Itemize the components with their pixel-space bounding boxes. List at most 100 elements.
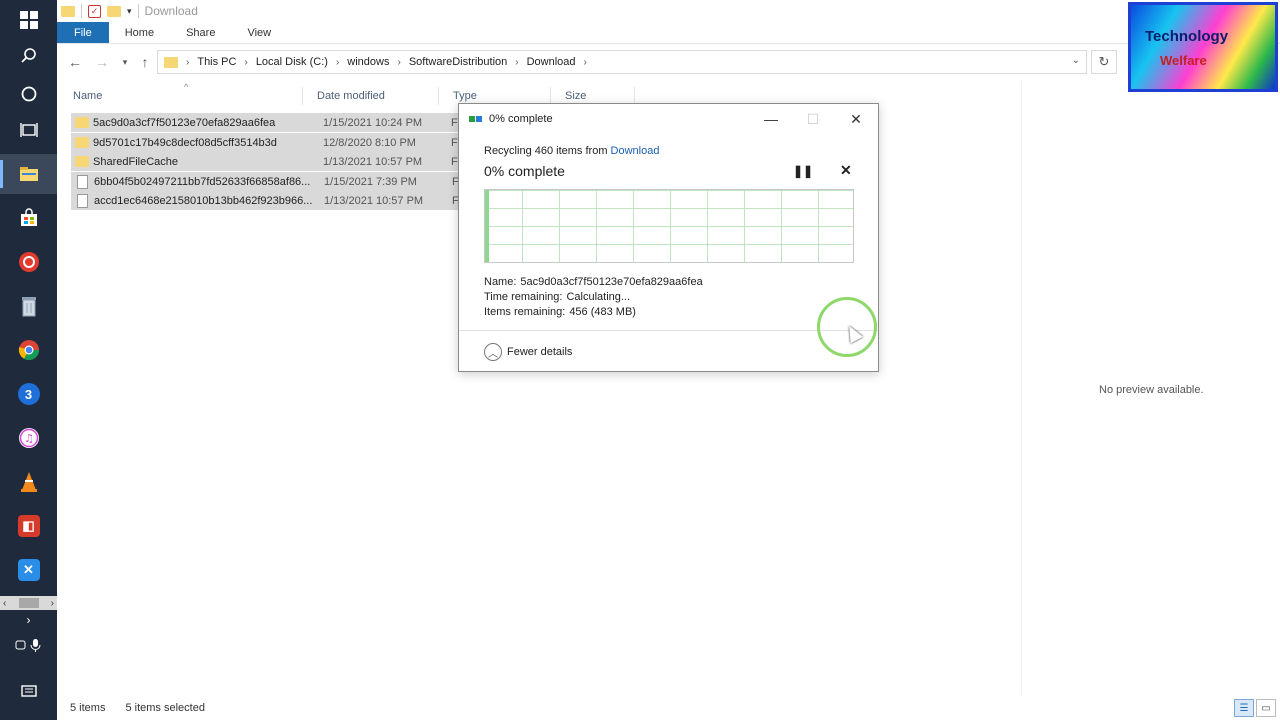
name-value: 5ac9d0a3cf7f50123e70efa829aa6fea (520, 276, 703, 288)
folder-icon (75, 156, 89, 167)
crumb-this-pc[interactable]: This PC (197, 56, 236, 68)
record-icon[interactable] (0, 242, 57, 282)
new-folder-icon[interactable] (107, 5, 121, 17)
chevron-right-icon[interactable]: › (186, 57, 189, 68)
dialog-titlebar: 0% complete — ☐ ✕ (459, 104, 878, 134)
cortana-icon[interactable] (0, 74, 57, 114)
close-button[interactable]: ✕ (835, 104, 877, 134)
vlc-icon[interactable] (0, 462, 57, 502)
items-remaining-label: Items remaining: (484, 306, 566, 318)
file-name: accd1ec6468e2158010b13bb462f923b966... (94, 194, 313, 207)
operation-prefix: Recycling 460 items from (484, 145, 611, 157)
file-name: SharedFileCache (93, 155, 178, 168)
trash-icon[interactable] (0, 286, 57, 326)
file-date: 1/13/2021 10:57 PM (323, 155, 423, 168)
file-explorer-icon[interactable] (0, 154, 57, 194)
search-icon[interactable] (0, 36, 57, 76)
table-row[interactable]: 6bb04f5b02497211bb7fd52633f66858af86... … (71, 172, 501, 191)
file-name: 6bb04f5b02497211bb7fd52633f66858af86... (94, 175, 311, 188)
notification-icon[interactable] (0, 674, 57, 710)
separator (137, 4, 139, 18)
crumb-softwaredistribution[interactable]: SoftwareDistribution (409, 56, 507, 68)
crumb-local-disk[interactable]: Local Disk (C:) (256, 56, 328, 68)
file-icon (77, 193, 88, 208)
file-operation-icon (469, 114, 483, 124)
fewer-details-button[interactable]: ︿ Fewer details (484, 343, 572, 361)
table-row[interactable]: SharedFileCache 1/13/2021 10:57 PM F (71, 152, 501, 171)
chevron-right-icon[interactable]: › (244, 57, 247, 68)
progress-fill (485, 190, 489, 262)
folder-icon (75, 117, 89, 128)
file-name: 5ac9d0a3cf7f50123e70efa829aa6fea (93, 116, 276, 129)
up-button[interactable]: ↑ (133, 50, 157, 74)
item-count: 5 items (70, 702, 106, 714)
folder-icon (75, 137, 89, 148)
file-type: F (451, 136, 458, 149)
app-red-icon[interactable]: ◧ (0, 506, 57, 546)
items-remaining-value: 456 (483 MB) (569, 306, 636, 318)
file-icon (77, 174, 88, 189)
customize-quick-access-icon[interactable]: ▾ (127, 6, 132, 17)
crumb-download[interactable]: Download (527, 56, 576, 68)
pause-button[interactable]: ❚❚ (793, 164, 813, 178)
refresh-button[interactable]: ↻ (1091, 50, 1117, 74)
itunes-icon[interactable]: ♫ (0, 418, 57, 458)
chevron-right-icon[interactable]: › (336, 57, 339, 68)
chevron-right-icon[interactable]: › (515, 57, 518, 68)
taskbar: 3 ♫ ◧ ✕ ‹ › › (0, 0, 57, 720)
svg-text:♫: ♫ (24, 432, 34, 445)
address-dropdown-chevron-down-icon[interactable]: ⌄ (1072, 55, 1080, 66)
name-label: Name: (484, 276, 517, 288)
breadcrumb[interactable]: › This PC › Local Disk (C:) › windows › … (157, 50, 1087, 74)
crumb-windows[interactable]: windows (347, 56, 389, 68)
preview-message: No preview available. (1099, 384, 1204, 396)
details-view-button[interactable]: ☰ (1234, 699, 1254, 717)
chevron-up-icon: ︿ (484, 343, 502, 361)
time-remaining-label: Time remaining: (484, 291, 563, 303)
back-button[interactable]: ← (63, 50, 87, 74)
chevron-right-icon[interactable]: › (584, 57, 587, 68)
windows-start-icon[interactable] (0, 0, 57, 40)
operation-details: Name: 5ac9d0a3cf7f50123e70efa829aa6fea Ti… (484, 275, 703, 320)
chrome-icon[interactable] (0, 330, 57, 370)
column-name[interactable]: Name (57, 87, 303, 105)
table-row[interactable]: 5ac9d0a3cf7f50123e70efa829aa6fea 1/15/20… (71, 113, 501, 132)
cancel-button[interactable]: ✕ (840, 162, 852, 179)
properties-icon[interactable]: ✓ (88, 4, 101, 18)
chevron-right-icon[interactable]: › (397, 57, 400, 68)
forward-button[interactable]: → (90, 50, 114, 74)
folder-icon (164, 56, 178, 68)
store-icon[interactable] (0, 198, 57, 238)
source-folder-link[interactable]: Download (611, 145, 660, 157)
fewer-details-label: Fewer details (507, 346, 573, 358)
file-date: 12/8/2020 8:10 PM (323, 136, 416, 149)
logo-line-1: Technology (1145, 28, 1229, 45)
progress-graph (484, 189, 854, 263)
app-3-icon[interactable]: 3 (0, 374, 57, 414)
mic-camera-icon[interactable] (0, 628, 57, 662)
address-bar: ← → ▾ ↑ › This PC › Local Disk (C:) › wi… (57, 44, 1280, 81)
ribbon: File Home Share View (57, 22, 1280, 44)
maximize-button[interactable]: ☐ (792, 104, 834, 134)
file-date: 1/15/2021 7:39 PM (324, 175, 417, 188)
large-icons-view-button[interactable]: ▭ (1256, 699, 1276, 717)
tab-file[interactable]: File (57, 22, 109, 43)
recycle-progress-dialog: 0% complete — ☐ ✕ Recycling 460 items fr… (458, 103, 879, 372)
file-date: 1/15/2021 10:24 PM (323, 116, 423, 129)
window-title: Download (144, 4, 198, 18)
tab-home[interactable]: Home (109, 22, 170, 43)
column-date-modified[interactable]: Date modified (301, 87, 439, 105)
separator (81, 4, 82, 18)
divider (459, 330, 878, 331)
tab-view[interactable]: View (231, 22, 287, 43)
time-remaining-value: Calculating... (566, 291, 631, 303)
minimize-button[interactable]: — (750, 104, 792, 134)
task-view-icon[interactable] (0, 110, 57, 150)
table-row[interactable]: accd1ec6468e2158010b13bb462f923b966... 1… (71, 191, 501, 210)
preview-pane: No preview available. (1021, 81, 1280, 695)
table-row[interactable]: 9d5701c17b49c8decf08d5cff3514b3d 12/8/20… (71, 133, 501, 152)
app-blue-icon[interactable]: ✕ (0, 550, 57, 590)
explorer-titlebar: ✓ ▾ Download (57, 0, 1127, 22)
tab-share[interactable]: Share (170, 22, 231, 43)
selected-count: 5 items selected (125, 702, 205, 714)
